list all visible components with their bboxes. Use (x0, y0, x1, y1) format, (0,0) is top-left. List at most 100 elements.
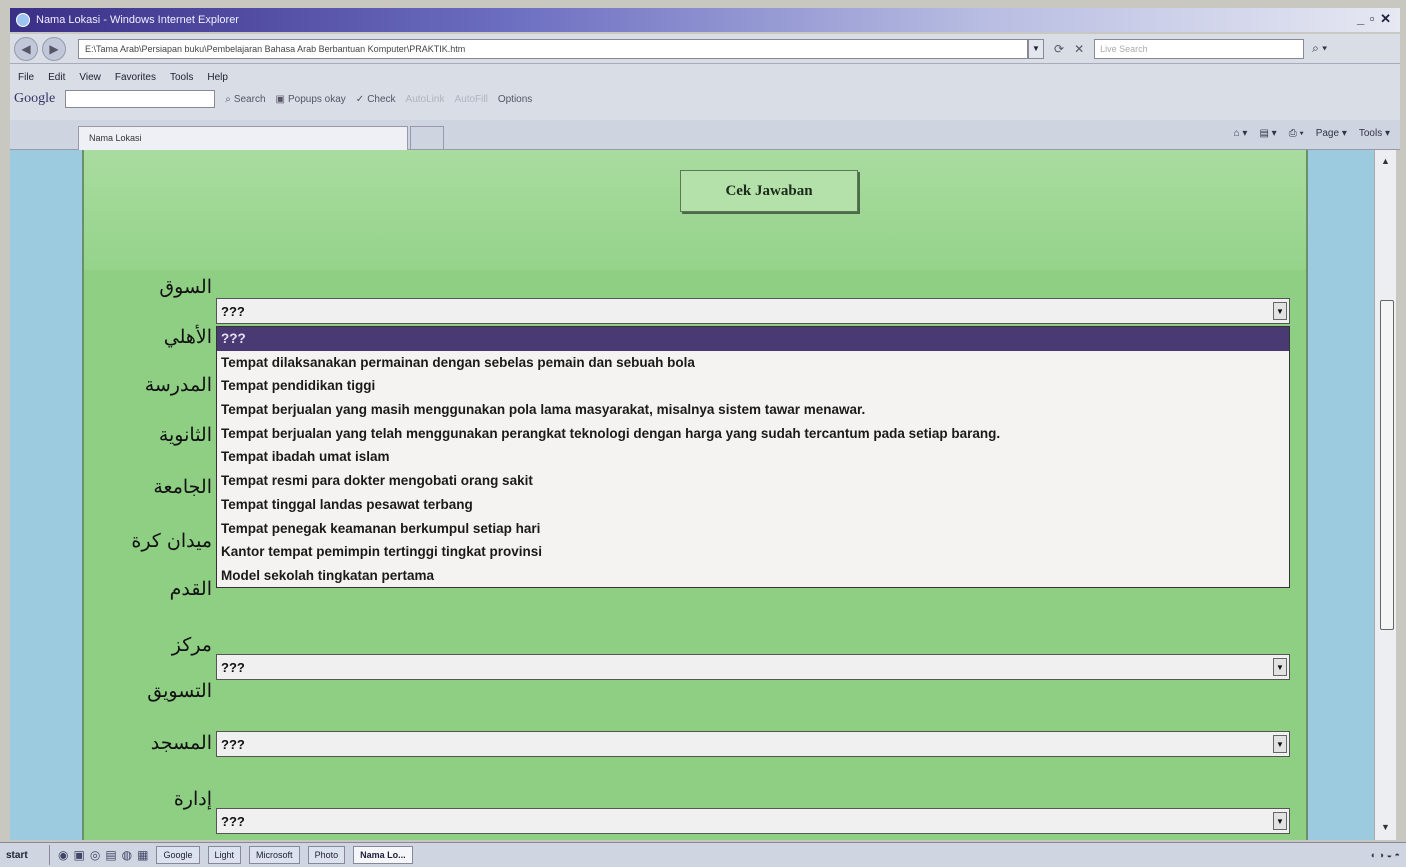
answer-select-4[interactable]: ??? ▼ (216, 808, 1290, 834)
menu-bar: File Edit View Favorites Tools Help (18, 72, 228, 83)
option-item[interactable]: Tempat ibadah umat islam (217, 445, 1289, 469)
option-item[interactable]: Model sekolah tingkatan pertama (217, 564, 1289, 588)
quicklaunch-icon[interactable]: ◉ (58, 848, 68, 862)
chevron-down-icon[interactable]: ▼ (1273, 735, 1287, 753)
scroll-down-icon[interactable]: ▼ (1378, 820, 1393, 835)
quicklaunch-icon[interactable]: ◍ (122, 848, 132, 862)
stop-icon[interactable]: ✕ (1074, 42, 1084, 56)
option-item[interactable]: Tempat resmi para dokter mengobati orang… (217, 469, 1289, 493)
option-item[interactable]: Tempat dilaksanakan permainan dengan seb… (217, 351, 1289, 375)
page-viewport: Cek Jawaban السوق الأهلي المدرسة الثانوي… (10, 150, 1396, 840)
label-jamia: الجامعة (153, 476, 212, 498)
option-item[interactable]: Tempat penegak keamanan berkumpul setiap… (217, 517, 1289, 541)
window-title: Nama Lokasi - Windows Internet Explorer (36, 14, 239, 26)
answer-select-1[interactable]: ??? ▼ (216, 298, 1290, 324)
label-taswiq: التسويق (147, 680, 212, 702)
label-markaz: مركز (171, 634, 212, 656)
tab-row: Nama Lokasi ⌂ ▾ ▤ ▾ ⎙ ▾ Page ▾ Tools ▾ (10, 120, 1400, 150)
answer-select-3[interactable]: ??? ▼ (216, 731, 1290, 757)
google-search-input[interactable] (65, 90, 216, 108)
print-icon[interactable]: ⎙ ▾ (1289, 128, 1304, 139)
label-idara: إدارة (173, 788, 212, 810)
search-icon[interactable]: ⌕ ▾ (1312, 41, 1327, 56)
menu-favorites[interactable]: Favorites (115, 72, 156, 83)
page-menu[interactable]: Page ▾ (1316, 128, 1347, 139)
window-controls[interactable]: _ ▫ ✕ (1357, 11, 1392, 27)
back-arrow-icon[interactable]: ◀ (14, 36, 38, 61)
toolbar-area: File Edit View Favorites Tools Help Goog… (10, 64, 1400, 120)
quicklaunch-icon[interactable]: ◎ (90, 848, 100, 862)
scroll-thumb[interactable] (1380, 300, 1394, 630)
forward-arrow-icon[interactable]: ▶ (42, 36, 66, 61)
option-item[interactable]: ??? (217, 327, 1289, 351)
taskbar-item[interactable]: Google (156, 846, 200, 864)
label-qadam: القدم (169, 578, 212, 600)
quick-launch: ◉ ▣ ◎ ▤ ◍ ▦ (58, 848, 148, 862)
select-value: ??? (221, 737, 245, 752)
address-dropdown-icon[interactable]: ▼ (1028, 38, 1044, 59)
tools-menu[interactable]: Tools ▾ (1359, 128, 1390, 139)
taskbar-item-active[interactable]: Nama Lo... (353, 846, 413, 864)
option-item[interactable]: Tempat berjualan yang masih menggunakan … (217, 398, 1289, 422)
menu-file[interactable]: File (18, 72, 34, 83)
quicklaunch-icon[interactable]: ▦ (137, 848, 148, 862)
taskbar-item[interactable]: Microsoft (249, 846, 300, 864)
menu-view[interactable]: View (79, 72, 101, 83)
tab-nama-lokasi[interactable]: Nama Lokasi (78, 126, 408, 150)
home-icon[interactable]: ⌂ ▾ (1234, 128, 1248, 139)
live-search-input[interactable]: Live Search (1094, 38, 1305, 59)
label-ahli: الأهلي (163, 326, 212, 348)
scroll-up-icon[interactable]: ▲ (1378, 154, 1393, 169)
menu-help[interactable]: Help (207, 72, 228, 83)
window-title-bar: Nama Lokasi - Windows Internet Explorer … (10, 8, 1400, 32)
select-value: ??? (221, 814, 245, 829)
spell-check-button[interactable]: ✓ Check (356, 94, 396, 105)
address-row: ◀ ▶ E:\Tama Arab\Persiapan buku\Pembelaj… (10, 34, 1400, 64)
popup-blocker-button[interactable]: ▣ Popups okay (276, 94, 346, 105)
chevron-down-icon[interactable]: ▼ (1273, 658, 1287, 676)
option-item[interactable]: Kantor tempat pemimpin tertinggi tingkat… (217, 540, 1289, 564)
google-toolbar: Google ⌕ Search ▣ Popups okay ✓ Check AutoL… (14, 90, 532, 108)
check-label: Check (367, 93, 396, 105)
popup-label: Popups okay (287, 93, 346, 105)
label-masjid: المسجد (150, 732, 212, 754)
select-value: ??? (221, 304, 245, 319)
menu-tools[interactable]: Tools (170, 72, 193, 83)
start-button[interactable]: start (2, 845, 50, 865)
check-answer-button[interactable]: Cek Jawaban (680, 170, 858, 212)
autofill-button[interactable]: AutoFill (454, 94, 487, 105)
chevron-down-icon[interactable]: ▼ (1273, 302, 1287, 320)
google-search-button[interactable]: ⌕ Search (225, 94, 265, 105)
menu-edit[interactable]: Edit (48, 72, 65, 83)
option-item[interactable]: Tempat berjualan yang telah menggunakan … (217, 422, 1289, 446)
feeds-icon[interactable]: ▤ ▾ (1259, 128, 1276, 139)
chevron-down-icon[interactable]: ▼ (1273, 812, 1287, 830)
quicklaunch-icon[interactable]: ▤ (105, 848, 116, 862)
google-search-label: Search (233, 93, 266, 105)
live-search-placeholder: Live Search (1100, 43, 1148, 54)
options-button[interactable]: Options (498, 94, 532, 105)
popup-icon: ▣ (275, 93, 285, 105)
taskbar-item[interactable]: Photo (307, 846, 346, 864)
quiz-panel: Cek Jawaban السوق الأهلي المدرسة الثانوي… (82, 150, 1308, 840)
answer-select-2[interactable]: ??? ▼ (216, 654, 1290, 680)
check-icon: ✓ (355, 93, 365, 105)
label-madrasa: المدرسة (144, 374, 212, 396)
label-thanawiya: الثانوية (158, 424, 212, 446)
options-label: Options (497, 93, 533, 105)
tab-label: Nama Lokasi (89, 133, 142, 143)
select-value: ??? (221, 660, 245, 675)
autolink-label: AutoLink (405, 93, 445, 105)
label-souq: السوق (159, 276, 212, 298)
vertical-scrollbar[interactable]: ▲ ▼ (1374, 150, 1396, 840)
quicklaunch-icon[interactable]: ▣ (73, 848, 84, 862)
option-item[interactable]: Tempat tinggal landas pesawat terbang (217, 493, 1289, 517)
address-field[interactable]: E:\Tama Arab\Persiapan buku\Pembelajaran… (78, 38, 1028, 59)
new-tab-button[interactable] (410, 126, 444, 150)
option-item[interactable]: Tempat pendidikan tiggi (217, 374, 1289, 398)
command-bar: ⌂ ▾ ▤ ▾ ⎙ ▾ Page ▾ Tools ▾ (1234, 128, 1390, 139)
ie-logo-icon (16, 13, 30, 27)
autolink-button[interactable]: AutoLink (406, 94, 445, 105)
taskbar-item[interactable]: Light (207, 846, 242, 864)
refresh-icon[interactable]: ⟳ (1054, 42, 1064, 56)
